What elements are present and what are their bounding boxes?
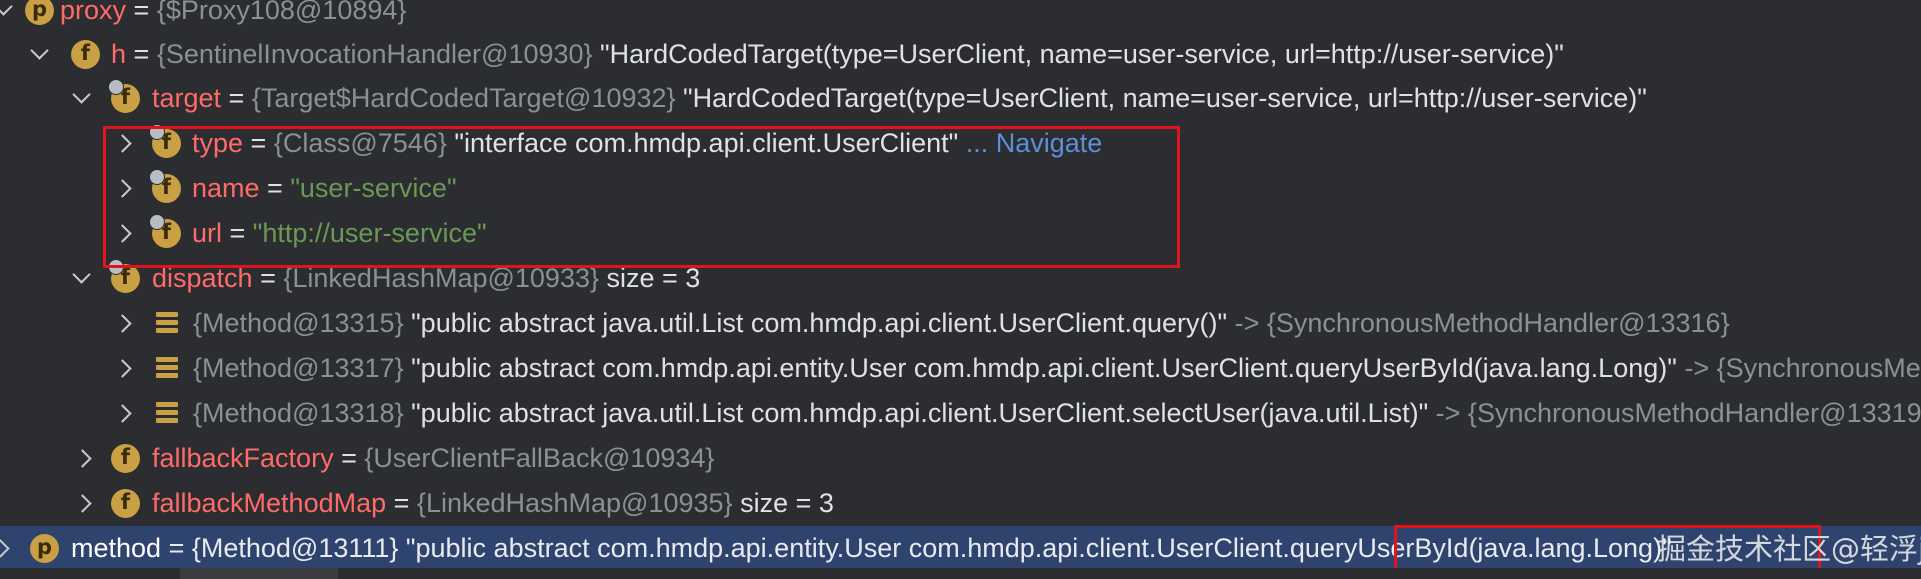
object-reference: {Target$HardCodedTarget@10932} bbox=[251, 83, 676, 113]
object-reference: {Method@13317} bbox=[193, 353, 404, 383]
collapsed-arrow-icon[interactable] bbox=[116, 166, 136, 211]
variable-name: target bbox=[152, 83, 222, 113]
equals-sign: = bbox=[126, 0, 157, 25]
string-value: "public abstract com.hmdp.api.entity.Use… bbox=[398, 533, 1672, 563]
collapsed-arrow-icon[interactable] bbox=[76, 436, 96, 481]
field-badge-icon: f bbox=[111, 444, 140, 473]
collapsed-arrow-icon[interactable] bbox=[116, 121, 136, 166]
tree-row-target[interactable]: f target = {Target$HardCodedTarget@10932… bbox=[0, 76, 1921, 121]
object-reference: {Method@13315} bbox=[193, 308, 404, 338]
string-value: "interface com.hmdp.api.client.UserClien… bbox=[446, 128, 959, 158]
tree-row-proxy[interactable]: p proxy = {$Proxy108@10894} bbox=[0, 0, 1921, 33]
object-reference: {Class@7546} bbox=[273, 128, 447, 158]
string-value: "user-service" bbox=[290, 173, 457, 203]
final-modifier-icon bbox=[149, 214, 165, 230]
expand-arrow-icon[interactable] bbox=[0, 0, 14, 33]
expand-arrow-icon[interactable] bbox=[72, 76, 92, 121]
equals-sign: = bbox=[252, 263, 284, 293]
collapsed-arrow-icon[interactable] bbox=[116, 211, 136, 256]
tree-row-map-entry[interactable]: {Method@13318} "public abstract java.uti… bbox=[0, 391, 1921, 436]
final-modifier-icon bbox=[108, 79, 124, 95]
variable-name: fallbackFactory bbox=[152, 443, 334, 473]
tree-row-fallbackmethodmap[interactable]: f fallbackMethodMap = {LinkedHashMap@109… bbox=[0, 481, 1921, 526]
map-entry-icon bbox=[156, 311, 178, 335]
bottom-strip bbox=[0, 568, 1921, 579]
variable-name: url bbox=[192, 218, 223, 248]
string-value: "public abstract com.hmdp.api.entity.Use… bbox=[403, 353, 1677, 383]
string-value: "HardCodedTarget(type=UserClient, name=u… bbox=[675, 83, 1647, 113]
parameter-badge-icon: p bbox=[25, 0, 54, 25]
map-entry-icon bbox=[156, 356, 178, 380]
parameter-badge-icon: p bbox=[30, 534, 59, 563]
equals-sign: = bbox=[259, 173, 291, 203]
collapsed-arrow-icon[interactable] bbox=[76, 481, 96, 526]
equals-sign: = bbox=[222, 218, 253, 248]
equals-sign: = bbox=[386, 488, 417, 518]
tree-row-type[interactable]: f type = {Class@7546} "interface com.hmd… bbox=[0, 121, 1921, 166]
tree-row-method-selected[interactable]: p method = {Method@13111} "public abstra… bbox=[0, 526, 1921, 571]
debugger-variables-tree: p proxy = {$Proxy108@10894} f h = {Senti… bbox=[0, 0, 1921, 579]
final-modifier-icon bbox=[149, 124, 165, 140]
mapped-reference: -> {SynchronousMethodHandler@13319} bbox=[1428, 398, 1921, 428]
watermark-text: 掘金技术社区@轻浮j bbox=[1657, 532, 1921, 566]
collapsed-arrow-icon[interactable] bbox=[0, 526, 14, 571]
variable-name: dispatch bbox=[152, 263, 253, 293]
tree-row-h[interactable]: f h = {SentinelInvocationHandler@10930} … bbox=[0, 32, 1921, 77]
string-value: "http://user-service" bbox=[252, 218, 487, 248]
map-entry-icon bbox=[156, 401, 178, 425]
string-value: "HardCodedTarget(type=UserClient, name=u… bbox=[592, 39, 1564, 69]
equals-sign: = bbox=[243, 128, 274, 158]
variable-name: method bbox=[71, 533, 162, 563]
tree-row-url[interactable]: f url = "http://user-service" bbox=[0, 211, 1921, 256]
object-reference: {Method@13111} bbox=[191, 533, 399, 563]
tree-row-dispatch[interactable]: f dispatch = {LinkedHashMap@10933} size … bbox=[0, 256, 1921, 301]
collapsed-arrow-icon[interactable] bbox=[116, 301, 136, 346]
mapped-reference: -> {SynchronousMethodHandler@13316} bbox=[1227, 308, 1730, 338]
field-badge-icon: f bbox=[111, 489, 140, 518]
mapped-reference: -> {SynchronousMethodHandler@13318} bbox=[1684, 353, 1921, 383]
collapsed-arrow-icon[interactable] bbox=[116, 391, 136, 436]
variable-name: h bbox=[111, 39, 127, 69]
size-value: size = 3 bbox=[732, 488, 834, 518]
object-reference: {UserClientFallBack@10934} bbox=[364, 443, 715, 473]
variable-name: proxy bbox=[60, 0, 127, 25]
variable-name: name bbox=[192, 173, 260, 203]
object-reference: {$Proxy108@10894} bbox=[156, 0, 407, 25]
tree-row-map-entry[interactable]: {Method@13315} "public abstract java.uti… bbox=[0, 301, 1921, 346]
size-value: size = 3 bbox=[599, 263, 701, 293]
variable-name: fallbackMethodMap bbox=[152, 488, 387, 518]
tree-row-name[interactable]: f name = "user-service" bbox=[0, 166, 1921, 211]
field-badge-icon: f bbox=[71, 40, 100, 69]
expand-arrow-icon[interactable] bbox=[72, 256, 92, 301]
object-reference: {LinkedHashMap@10933} bbox=[283, 263, 600, 293]
object-reference: {SentinelInvocationHandler@10930} bbox=[156, 39, 593, 69]
equals-sign: = bbox=[161, 533, 192, 563]
variable-name: type bbox=[192, 128, 244, 158]
tree-row-fallbackfactory[interactable]: f fallbackFactory = {UserClientFallBack@… bbox=[0, 436, 1921, 481]
equals-sign: = bbox=[333, 443, 365, 473]
string-value: "public abstract java.util.List com.hmdp… bbox=[403, 308, 1228, 338]
final-modifier-icon bbox=[149, 169, 165, 185]
final-modifier-icon bbox=[108, 259, 124, 275]
equals-sign: = bbox=[126, 39, 157, 69]
object-reference: {LinkedHashMap@10935} bbox=[416, 488, 733, 518]
navigate-link[interactable]: ... Navigate bbox=[958, 128, 1103, 158]
tree-row-map-entry[interactable]: {Method@13317} "public abstract com.hmdp… bbox=[0, 346, 1921, 391]
string-value: "public abstract java.util.List com.hmdp… bbox=[403, 398, 1429, 428]
equals-sign: = bbox=[221, 83, 252, 113]
expand-arrow-icon[interactable] bbox=[30, 32, 50, 77]
collapsed-arrow-icon[interactable] bbox=[116, 346, 136, 391]
object-reference: {Method@13318} bbox=[193, 398, 404, 428]
